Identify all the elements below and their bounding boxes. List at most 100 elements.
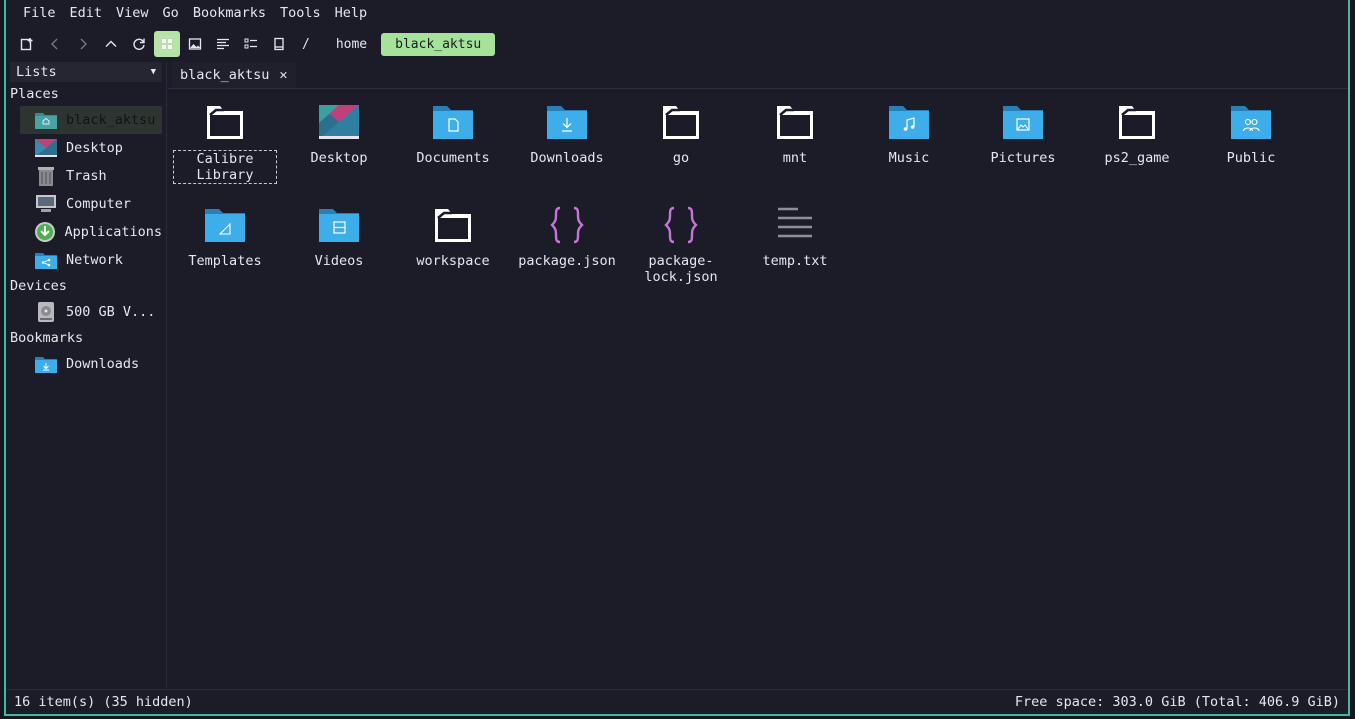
sidebar-item-bookmark-downloads[interactable]: Downloads xyxy=(20,350,162,378)
new-tab-button[interactable] xyxy=(14,31,40,57)
menu-go[interactable]: Go xyxy=(156,5,186,21)
sidebar-item-label: Desktop xyxy=(66,140,123,156)
tab-black-aktsu[interactable]: black_aktsu ✕ xyxy=(172,62,296,88)
up-icon xyxy=(105,40,117,47)
file-item-workspace[interactable]: workspace xyxy=(398,201,508,269)
file-item-pictures[interactable]: Pictures xyxy=(968,98,1078,166)
icon-view-button[interactable] xyxy=(154,31,180,57)
menu-bookmarks[interactable]: Bookmarks xyxy=(186,5,273,21)
home-folder-icon xyxy=(34,109,58,131)
breadcrumb-root[interactable]: / xyxy=(302,37,310,52)
sidebar-item-trash[interactable]: Trash xyxy=(20,162,162,190)
computer-icon xyxy=(34,193,58,215)
file-item-desktop[interactable]: Desktop xyxy=(284,98,394,166)
file-name: Calibre Library xyxy=(173,150,277,184)
file-item-templates[interactable]: Templates xyxy=(170,201,280,269)
breadcrumb-home[interactable]: home xyxy=(322,33,381,56)
generic-folder-icon xyxy=(1113,98,1161,146)
json-file-icon xyxy=(543,201,591,249)
file-item-package-lock-json[interactable]: package-lock.json xyxy=(626,201,736,285)
reload-icon xyxy=(133,38,145,50)
file-item-downloads[interactable]: Downloads xyxy=(512,98,622,166)
file-name: Videos xyxy=(314,253,364,269)
sidebar-item-label: Applications xyxy=(64,224,162,240)
compact-view-button[interactable] xyxy=(210,31,236,57)
thumbnail-view-button[interactable] xyxy=(182,31,208,57)
tab-bar: black_aktsu ✕ xyxy=(168,62,1348,89)
item-count-status: 16 item(s) (35 hidden) xyxy=(14,694,193,710)
back-button[interactable] xyxy=(42,31,68,57)
file-item-public[interactable]: Public xyxy=(1196,98,1306,166)
file-name: temp.txt xyxy=(762,253,828,269)
tab-label: black_aktsu xyxy=(180,67,270,83)
sidebar: Lists ▼ Places black_aktsu Desktop Trash xyxy=(8,62,167,688)
back-icon xyxy=(51,38,58,50)
generic-folder-icon xyxy=(771,98,819,146)
sidebar-item-label: Computer xyxy=(66,196,132,212)
file-name: workspace xyxy=(416,253,490,269)
json-file-icon xyxy=(657,201,705,249)
menubar: File Edit View Go Bookmarks Tools Help xyxy=(6,0,1348,26)
free-space-status: Free space: 303.0 GiB (Total: 406.9 GiB) xyxy=(1014,694,1340,710)
breadcrumb-black-aktsu[interactable]: black_aktsu xyxy=(381,32,496,56)
file-item-go[interactable]: go xyxy=(626,98,736,166)
videos-folder-icon xyxy=(315,201,363,249)
sidebar-item-home[interactable]: black_aktsu xyxy=(20,106,162,134)
menu-edit[interactable]: Edit xyxy=(63,5,110,21)
file-name: Downloads xyxy=(530,150,604,166)
close-icon[interactable]: ✕ xyxy=(279,67,287,83)
reload-button[interactable] xyxy=(126,31,152,57)
file-name: Pictures xyxy=(990,150,1056,166)
sidebar-item-computer[interactable]: Computer xyxy=(20,190,162,218)
file-item-mnt[interactable]: mnt xyxy=(740,98,850,166)
file-name: Documents xyxy=(416,150,490,166)
network-folder-icon xyxy=(34,249,58,271)
file-item-videos[interactable]: Videos xyxy=(284,201,394,269)
generic-folder-icon xyxy=(201,98,249,146)
public-folder-icon xyxy=(1227,98,1275,146)
sidebar-item-label: Trash xyxy=(66,168,107,184)
sidebar-item-label: 500 GB V... xyxy=(66,304,156,320)
menu-tools[interactable]: Tools xyxy=(273,5,328,21)
section-devices: Devices xyxy=(10,278,67,294)
sidebar-item-drive[interactable]: 500 GB V... xyxy=(20,298,162,326)
file-name: Public xyxy=(1226,150,1276,166)
file-name: package-lock.json xyxy=(644,253,718,285)
status-bar: 16 item(s) (35 hidden) Free space: 303.0… xyxy=(6,689,1348,714)
forward-button[interactable] xyxy=(70,31,96,57)
device-button[interactable] xyxy=(266,31,292,57)
file-item-temp-txt[interactable]: temp.txt xyxy=(740,201,850,269)
forward-icon xyxy=(80,38,87,50)
file-item-package-json[interactable]: package.json xyxy=(512,201,622,269)
documents-folder-icon xyxy=(429,98,477,146)
lists-dropdown[interactable]: Lists ▼ xyxy=(10,62,162,82)
detailed-list-view-icon xyxy=(244,38,257,49)
sidebar-item-label: black_aktsu xyxy=(66,112,156,128)
sidebar-item-network[interactable]: Network xyxy=(20,246,162,274)
file-item-ps2-game[interactable]: ps2_game xyxy=(1082,98,1192,166)
detailed-list-view-button[interactable] xyxy=(238,31,264,57)
file-name: mnt xyxy=(782,150,808,166)
sidebar-item-label: Network xyxy=(66,252,123,268)
menu-view[interactable]: View xyxy=(109,5,156,21)
menu-help[interactable]: Help xyxy=(328,5,375,21)
sidebar-item-applications[interactable]: Applications xyxy=(20,218,162,246)
file-manager-window: File Edit View Go Bookmarks Tools Help /… xyxy=(4,0,1350,716)
text-file-icon xyxy=(771,201,819,249)
file-name: Desktop xyxy=(310,150,368,166)
caret-down-icon: ▼ xyxy=(150,67,156,77)
file-name: go xyxy=(672,150,690,166)
file-item-music[interactable]: Music xyxy=(854,98,964,166)
sidebar-item-label: Downloads xyxy=(66,356,140,372)
compact-view-icon xyxy=(217,38,229,50)
desktop-icon xyxy=(315,98,363,146)
lists-label: Lists xyxy=(16,64,57,80)
new-tab-icon xyxy=(20,38,33,51)
menu-file[interactable]: File xyxy=(16,5,63,21)
file-name: ps2_game xyxy=(1104,150,1170,166)
file-item-calibre-library[interactable]: Calibre Library xyxy=(170,98,280,184)
file-item-documents[interactable]: Documents xyxy=(398,98,508,166)
up-button[interactable] xyxy=(98,31,124,57)
sidebar-item-desktop[interactable]: Desktop xyxy=(20,134,162,162)
trash-icon xyxy=(34,165,58,187)
